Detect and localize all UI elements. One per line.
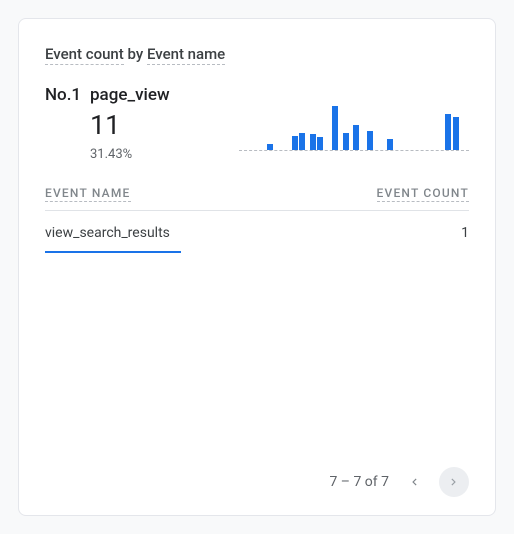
chevron-left-icon (407, 475, 421, 489)
top-event-count: 11 (90, 111, 170, 141)
sparkline-chart (239, 105, 469, 151)
summary-row: No.1 page_view 11 31.43% (45, 85, 469, 162)
summary-left: page_view 11 31.43% (90, 85, 170, 162)
spark-bar (453, 117, 459, 150)
top-event-pct: 31.43% (90, 147, 170, 162)
pager-prev-button[interactable] (399, 467, 429, 497)
spark-bar (332, 106, 338, 150)
event-card: Event count by Event name No.1 page_view… (18, 18, 496, 516)
table-row[interactable]: view_search_results 1 (45, 211, 469, 247)
spark-bar (310, 134, 316, 150)
col-event-count[interactable]: EVENT COUNT (377, 186, 469, 202)
spark-bar (299, 133, 305, 150)
spark-bar (267, 144, 273, 150)
spark-bar (445, 114, 451, 150)
spark-bar (353, 125, 359, 150)
table-body: view_search_results 1 (45, 211, 469, 253)
title-by: by (128, 45, 144, 63)
row-event-name: view_search_results (45, 225, 170, 241)
pager-next-button[interactable] (439, 467, 469, 497)
spark-bar (367, 131, 373, 150)
dimension-name: Event name (147, 45, 225, 65)
pager-text: 7 – 7 of 7 (329, 474, 389, 490)
card-title[interactable]: Event count by Event name (45, 45, 469, 63)
metric-name: Event count (45, 45, 124, 65)
spark-bar (387, 139, 393, 150)
spark-bar (292, 136, 298, 150)
table-header: EVENT NAME EVENT COUNT (45, 186, 469, 202)
chevron-right-icon (447, 475, 461, 489)
spark-bar (317, 137, 323, 150)
col-event-name[interactable]: EVENT NAME (45, 186, 131, 202)
top-event-name: page_view (90, 85, 170, 105)
rank-label: No.1 (45, 85, 90, 105)
row-event-count: 1 (461, 225, 469, 241)
spark-bar (343, 133, 349, 150)
pager: 7 – 7 of 7 (45, 457, 469, 497)
